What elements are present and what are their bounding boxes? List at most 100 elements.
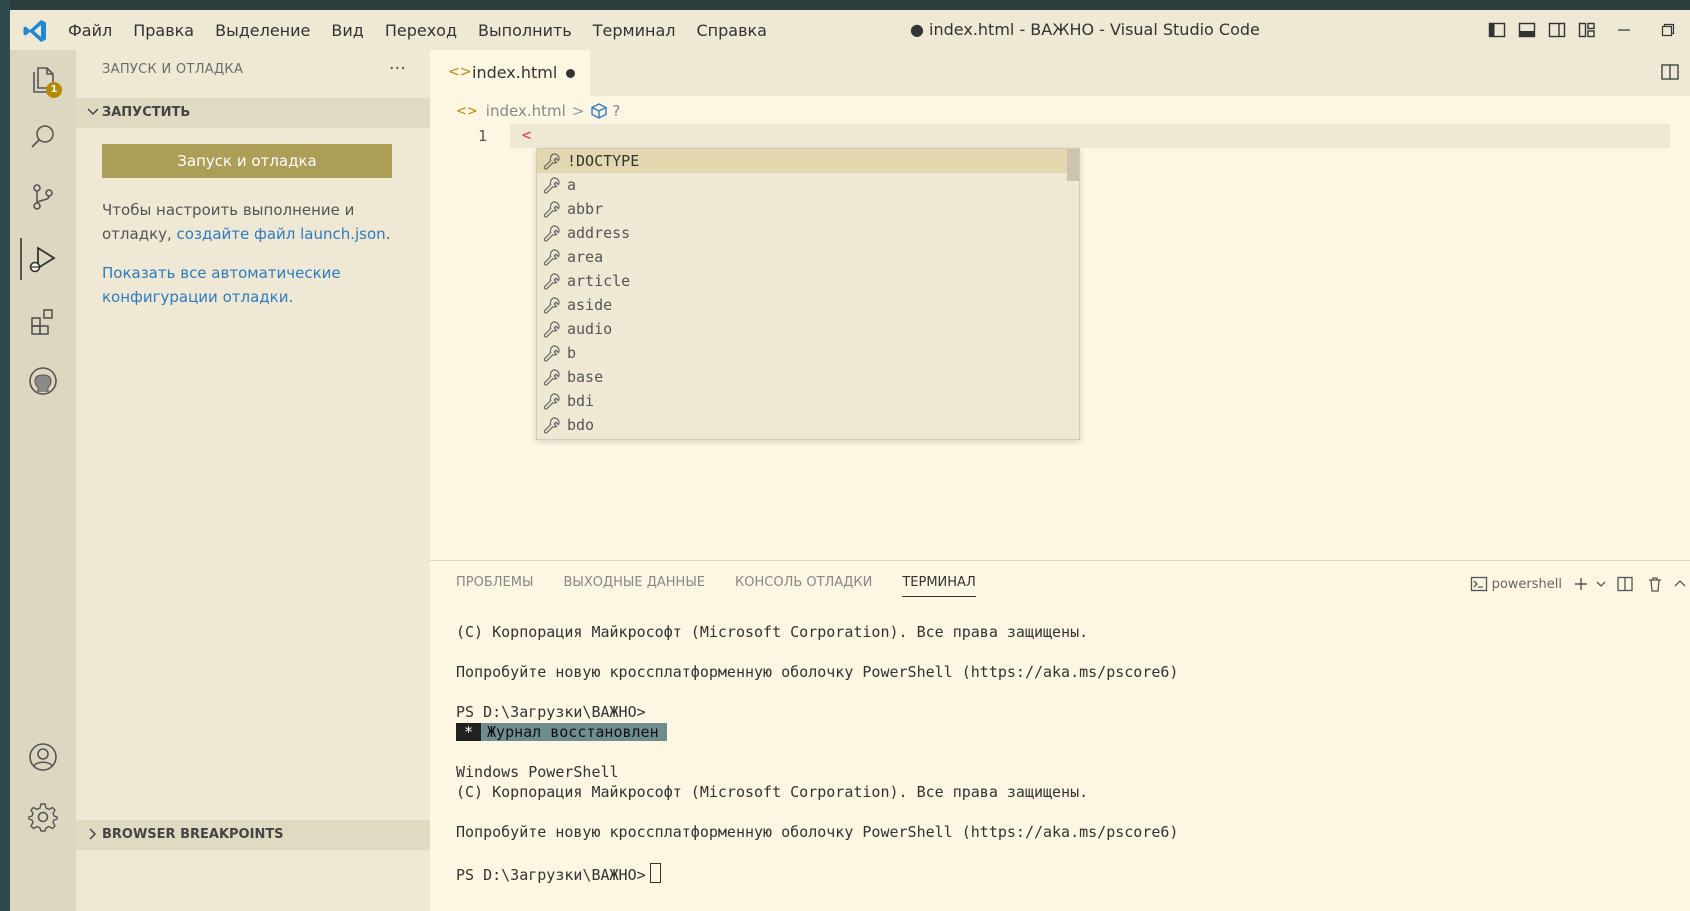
tab-terminal[interactable]: ТЕРМИНАЛ xyxy=(902,575,976,597)
search-button[interactable] xyxy=(22,116,64,158)
menu-help[interactable]: Справка xyxy=(696,21,767,40)
suggestion-label: abbr xyxy=(567,200,604,218)
wrench-icon xyxy=(543,201,560,218)
toggle-panel-icon[interactable] xyxy=(1512,10,1542,50)
restored-text: Журнал восстановлен xyxy=(487,723,659,741)
wrench-icon xyxy=(543,369,560,386)
run-debug-sidebar: ЗАПУСК И ОТЛАДКА ··· ЗАПУСТИТЬ Запуск и … xyxy=(76,50,430,911)
title-bar-edge xyxy=(10,0,1690,10)
suggestion-label: b xyxy=(567,344,577,362)
wrench-icon xyxy=(543,393,560,410)
shell-name[interactable]: powershell xyxy=(1492,577,1562,592)
menu-go[interactable]: Переход xyxy=(385,21,457,40)
suggestion-item[interactable]: bdi xyxy=(537,389,1067,413)
menu-edit[interactable]: Правка xyxy=(133,21,194,40)
chevron-up-icon xyxy=(1674,580,1686,587)
terminal-line: (C) Корпорация Майкрософт (Microsoft Cor… xyxy=(456,783,1089,801)
breadcrumb: <> index.html > ? xyxy=(456,100,620,122)
source-control-button[interactable] xyxy=(22,176,64,218)
vscode-logo-icon[interactable] xyxy=(22,18,48,44)
chevron-down-icon xyxy=(87,108,99,116)
unsaved-dot-icon[interactable] xyxy=(566,69,575,78)
split-terminal-icon xyxy=(1617,576,1633,592)
suggestion-label: bdo xyxy=(567,416,595,434)
launch-profile-button[interactable] xyxy=(1592,571,1610,597)
bottom-panel: ПРОБЛЕМЫ ВЫХОДНЫЕ ДАННЫЕ КОНСОЛЬ ОТЛАДКИ… xyxy=(430,560,1690,911)
wrench-icon xyxy=(543,417,560,434)
configure-hint: Чтобы настроить выполнение и отладку, со… xyxy=(102,198,402,309)
suggestion-label: article xyxy=(567,272,631,290)
menu-selection[interactable]: Выделение xyxy=(215,21,310,40)
suggestion-item[interactable]: article xyxy=(537,269,1067,293)
menu-view[interactable]: Вид xyxy=(331,21,363,40)
menu-file[interactable]: Файл xyxy=(68,21,112,40)
suggestion-label: base xyxy=(567,368,604,386)
panel-actions: powershell xyxy=(1470,571,1690,597)
github-button[interactable] xyxy=(22,360,64,402)
run-section-header[interactable]: ЗАПУСТИТЬ xyxy=(76,98,430,128)
kill-terminal-button[interactable] xyxy=(1640,571,1670,597)
symbol-cube-icon xyxy=(591,103,608,119)
explorer-badge: 1 xyxy=(46,82,62,98)
restore-icon[interactable] xyxy=(1646,10,1690,50)
suggestion-item[interactable]: area xyxy=(537,245,1067,269)
breadcrumb-symbol[interactable]: ? xyxy=(612,102,620,120)
suggestion-item[interactable]: aside xyxy=(537,293,1067,317)
tab-output[interactable]: ВЫХОДНЫЕ ДАННЫЕ xyxy=(563,575,705,597)
run-and-debug-button[interactable]: Запуск и отладка xyxy=(102,144,392,178)
tab-index-html[interactable]: <> index.html xyxy=(430,50,590,96)
create-launch-json-link[interactable]: создайте файл launch.json xyxy=(177,225,386,243)
breadcrumb-file[interactable]: index.html xyxy=(486,102,566,120)
search-icon xyxy=(31,125,54,148)
suggestion-label: a xyxy=(567,176,577,194)
more-actions-button[interactable]: ··· xyxy=(389,58,406,79)
suggestion-label: !DOCTYPE xyxy=(567,152,640,170)
trash-icon xyxy=(1649,577,1661,592)
editor-area: <> index.html <> index.html > ? 1 < !DOC… xyxy=(430,50,1690,560)
run-debug-button[interactable] xyxy=(20,238,64,280)
suggestion-item[interactable]: abbr xyxy=(537,197,1067,221)
plus-icon xyxy=(1575,578,1587,590)
show-auto-configs-link[interactable]: Показать все автоматические конфигурации… xyxy=(102,264,341,306)
accounts-button[interactable] xyxy=(22,736,64,778)
suggestion-item[interactable]: audio xyxy=(537,317,1067,341)
toggle-secondary-sidebar-icon[interactable] xyxy=(1542,10,1572,50)
explorer-button[interactable]: 1 xyxy=(22,58,64,100)
new-terminal-button[interactable] xyxy=(1570,571,1592,597)
suggestion-item[interactable]: !DOCTYPE xyxy=(537,149,1067,173)
extensions-button[interactable] xyxy=(22,300,64,342)
title-bar: Файл Правка Выделение Вид Переход Выполн… xyxy=(10,0,1690,50)
suggestion-item[interactable]: a xyxy=(537,173,1067,197)
tab-problems[interactable]: ПРОБЛЕМЫ xyxy=(456,575,533,597)
vscode-window: Файл Правка Выделение Вид Переход Выполн… xyxy=(10,0,1690,911)
menu-terminal[interactable]: Терминал xyxy=(593,21,676,40)
terminal-line: Windows PowerShell xyxy=(456,763,619,781)
line-number: 1 xyxy=(478,127,488,145)
suggestion-scrollbar[interactable] xyxy=(1067,149,1079,439)
customize-layout-icon[interactable] xyxy=(1572,10,1602,50)
suggestion-scrollbar-thumb[interactable] xyxy=(1067,149,1079,181)
suggestion-item[interactable]: b xyxy=(537,341,1067,365)
tab-debug-console[interactable]: КОНСОЛЬ ОТЛАДКИ xyxy=(735,575,872,597)
settings-button[interactable] xyxy=(22,796,64,838)
suggestion-item[interactable]: bdo xyxy=(537,413,1067,437)
window-title: ● index.html - ВАЖНО - Visual Studio Cod… xyxy=(910,20,1260,39)
suggestion-item[interactable]: base xyxy=(537,365,1067,389)
browser-breakpoints-header[interactable]: BROWSER BREAKPOINTS xyxy=(76,820,430,850)
toggle-primary-sidebar-icon[interactable] xyxy=(1482,10,1512,50)
suggestion-item[interactable]: address xyxy=(537,221,1067,245)
terminal-cursor xyxy=(649,863,661,883)
wrench-icon xyxy=(543,153,560,170)
split-editor-icon[interactable] xyxy=(1660,62,1680,82)
minimize-icon[interactable] xyxy=(1602,10,1646,50)
terminal-icon xyxy=(1470,576,1487,592)
sidebar-title: ЗАПУСК И ОТЛАДКА xyxy=(102,62,244,77)
code-line[interactable]: < xyxy=(522,126,531,144)
maximize-panel-button[interactable] xyxy=(1670,571,1690,597)
split-terminal-button[interactable] xyxy=(1610,571,1640,597)
github-icon xyxy=(29,367,57,395)
browser-breakpoints-title: BROWSER BREAKPOINTS xyxy=(102,827,284,842)
menu-run[interactable]: Выполнить xyxy=(478,21,572,40)
wrench-icon xyxy=(543,345,560,362)
chevron-right-icon xyxy=(89,828,97,840)
